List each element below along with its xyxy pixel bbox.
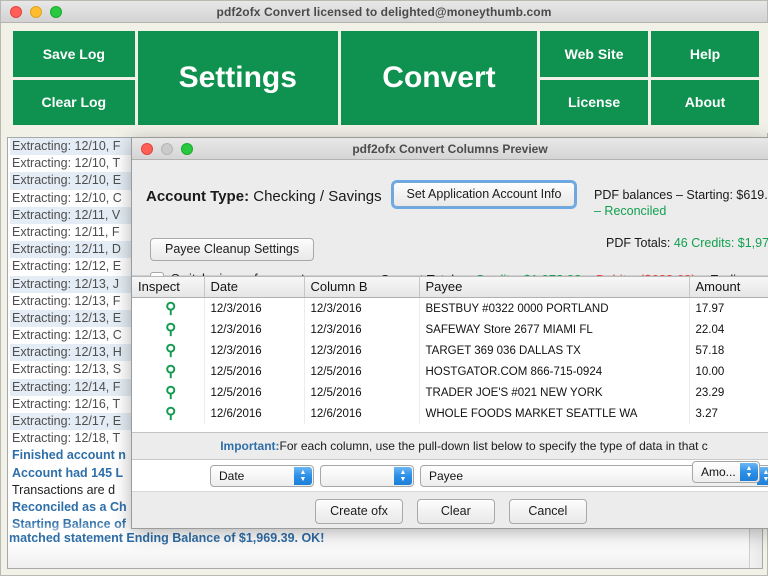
column-type-select-amount[interactable]: Amo... ▲ ▼ bbox=[692, 461, 760, 483]
dialog-button-row: Create ofx Clear Cancel bbox=[132, 492, 768, 528]
chevron-updown-icon[interactable]: ▲▼ bbox=[740, 463, 758, 481]
cell-column-b: 12/3/2016 bbox=[304, 340, 420, 361]
inspect-cell[interactable]: ⚲ bbox=[132, 340, 205, 361]
table-row[interactable]: ⚲ 12/3/2016 12/3/2016 TARGET 369 036 DALLAS… bbox=[132, 340, 768, 361]
cell-date: 12/3/2016 bbox=[204, 319, 305, 340]
table-body: ⚲ 12/3/2016 12/3/2016 BESTBUY #0322 0000 PO… bbox=[132, 297, 768, 424]
chevron-updown-icon[interactable]: ▲▼ bbox=[394, 467, 412, 485]
cell-payee: WHOLE FOODS MARKET SEATTLE WA bbox=[419, 403, 690, 424]
save-log-button[interactable]: Save Log bbox=[13, 31, 135, 77]
main-window-title: pdf2ofx Convert licensed to delighted@mo… bbox=[216, 4, 552, 19]
pdf-balances-block: PDF balances – Starting: $619.0 – Reconc… bbox=[594, 188, 768, 218]
dialog-titlebar: pdf2ofx Convert Columns Preview bbox=[132, 138, 768, 160]
important-notice: Important: For each column, use the pull… bbox=[132, 432, 768, 460]
cell-amount: 22.04 bbox=[689, 319, 768, 340]
cell-payee: HOSTGATOR.COM 866-715-0924 bbox=[419, 361, 690, 382]
log-line: 2 debits totaling bbox=[24, 551, 120, 566]
column-type-select-column-b[interactable]: ▲ ▼ bbox=[320, 465, 414, 487]
settings-button[interactable]: Settings bbox=[137, 31, 338, 125]
magnifier-icon[interactable]: ⚲ bbox=[165, 364, 176, 379]
column-type-select-amount-value: Amo... bbox=[701, 465, 736, 479]
pdf-balances-line2: – Reconciled bbox=[594, 204, 667, 218]
important-text: For each column, use the pull-down list … bbox=[279, 439, 708, 453]
dialog-title: pdf2ofx Convert Columns Preview bbox=[352, 141, 548, 156]
cell-payee: BESTBUY #0322 0000 PORTLAND bbox=[419, 297, 690, 319]
cell-column-b: 12/5/2016 bbox=[304, 361, 420, 382]
account-type-label: Account Type: bbox=[146, 188, 250, 205]
inspect-cell[interactable]: ⚲ bbox=[132, 297, 205, 319]
web-site-button[interactable]: Web Site bbox=[540, 31, 649, 77]
payee-cleanup-settings-button[interactable]: Payee Cleanup Settings bbox=[150, 238, 315, 261]
cell-date: 12/5/2016 bbox=[204, 361, 305, 382]
column-header-inspect[interactable]: Inspect bbox=[132, 277, 205, 298]
important-prefix: Important: bbox=[220, 439, 280, 453]
main-toolbar: Save Log Clear Log Settings Convert Web … bbox=[1, 23, 768, 133]
set-application-account-info-button[interactable]: Set Application Account Info bbox=[391, 180, 577, 209]
cell-date: 12/3/2016 bbox=[204, 297, 305, 319]
cell-date: 12/5/2016 bbox=[204, 382, 305, 403]
cell-column-b: 12/6/2016 bbox=[304, 403, 420, 424]
column-type-selector-row: Date ▲▼ ▲▼ Payee ▲▼ bbox=[132, 460, 768, 492]
cell-payee: TRADER JOE'S #021 NEW YORK bbox=[419, 382, 690, 403]
cell-payee: TARGET 369 036 DALLAS TX bbox=[419, 340, 690, 361]
cell-date: 12/3/2016 bbox=[204, 340, 305, 361]
account-type-row: Account Type: Checking / Savings bbox=[146, 188, 382, 205]
convert-button[interactable]: Convert bbox=[340, 31, 538, 125]
cell-column-b: 12/3/2016 bbox=[304, 297, 420, 319]
inspect-cell[interactable]: ⚲ bbox=[132, 403, 205, 424]
magnifier-icon[interactable]: ⚲ bbox=[165, 406, 176, 421]
cell-date: 12/6/2016 bbox=[204, 403, 305, 424]
dialog-header-area: Account Type: Checking / Savings Set App… bbox=[132, 160, 768, 287]
magnifier-icon[interactable]: ⚲ bbox=[165, 301, 176, 316]
table-row[interactable]: ⚲ 12/5/2016 12/5/2016 HOSTGATOR.COM 866-715… bbox=[132, 361, 768, 382]
table-row[interactable]: ⚲ 12/3/2016 12/3/2016 BESTBUY #0322 0000 PO… bbox=[132, 297, 768, 319]
inspect-cell[interactable]: ⚲ bbox=[132, 361, 205, 382]
columns-preview-dialog: pdf2ofx Convert Columns Preview Account … bbox=[131, 137, 768, 529]
column-header-column-b[interactable]: Column B bbox=[304, 277, 420, 298]
cell-column-b: 12/3/2016 bbox=[304, 319, 420, 340]
column-type-select-payee-value: Payee bbox=[429, 469, 464, 483]
main-titlebar: pdf2ofx Convert licensed to delighted@mo… bbox=[1, 1, 767, 23]
column-type-select-date-value: Date bbox=[219, 469, 245, 483]
magnifier-icon[interactable]: ⚲ bbox=[165, 385, 176, 400]
table-header-row: Inspect Date Column B Payee Amount bbox=[132, 277, 768, 298]
pdf-totals-label: PDF Totals: bbox=[606, 236, 671, 250]
help-button[interactable]: Help bbox=[651, 31, 759, 77]
column-header-payee[interactable]: Payee bbox=[419, 277, 690, 298]
log-summary-line: matched statement Ending Balance of $1,9… bbox=[9, 531, 325, 545]
column-type-select-date[interactable]: Date ▲ ▼ bbox=[210, 465, 314, 487]
cell-payee: SAFEWAY Store 2677 MIAMI FL bbox=[419, 319, 690, 340]
cell-amount: 17.97 bbox=[689, 297, 768, 319]
inspect-cell[interactable]: ⚲ bbox=[132, 382, 205, 403]
cell-column-b: 12/5/2016 bbox=[304, 382, 420, 403]
cell-amount: 10.00 bbox=[689, 361, 768, 382]
magnifier-icon[interactable]: ⚲ bbox=[165, 322, 176, 337]
column-header-date[interactable]: Date bbox=[204, 277, 305, 298]
license-button[interactable]: License bbox=[540, 79, 649, 125]
pdf-totals-value: 46 Credits: $1,972 bbox=[673, 236, 768, 250]
account-type-value: Checking / Savings bbox=[253, 188, 382, 205]
column-header-amount[interactable]: Amount bbox=[689, 277, 768, 298]
chevron-updown-icon[interactable]: ▲▼ bbox=[294, 467, 312, 485]
table-row[interactable]: ⚲ 12/6/2016 12/6/2016 WHOLE FOODS MARKET SE… bbox=[132, 403, 768, 424]
cancel-button[interactable]: Cancel bbox=[508, 498, 587, 524]
table-row[interactable]: ⚲ 12/5/2016 12/5/2016 TRADER JOE'S #021 NEW… bbox=[132, 382, 768, 403]
clear-log-button[interactable]: Clear Log bbox=[13, 79, 135, 125]
columns-preview-table[interactable]: Inspect Date Column B Payee Amount ⚲ 12/3… bbox=[132, 276, 768, 432]
pdf-balances-line1: PDF balances – Starting: $619.0 bbox=[594, 188, 768, 202]
create-ofx-button[interactable]: Create ofx bbox=[315, 498, 403, 524]
inspect-cell[interactable]: ⚲ bbox=[132, 319, 205, 340]
table-row[interactable]: ⚲ 12/3/2016 12/3/2016 SAFEWAY Store 2677 MI… bbox=[132, 319, 768, 340]
clear-button[interactable]: Clear bbox=[416, 498, 495, 524]
magnifier-icon[interactable]: ⚲ bbox=[165, 343, 176, 358]
pdf-totals-block: PDF Totals: 46 Credits: $1,972 bbox=[606, 236, 768, 250]
main-window: pdf2ofx Convert licensed to delighted@mo… bbox=[0, 0, 768, 576]
cell-amount: 23.29 bbox=[689, 382, 768, 403]
about-button[interactable]: About bbox=[651, 79, 759, 125]
cell-amount: 57.18 bbox=[689, 340, 768, 361]
cell-amount: 3.27 bbox=[689, 403, 768, 424]
